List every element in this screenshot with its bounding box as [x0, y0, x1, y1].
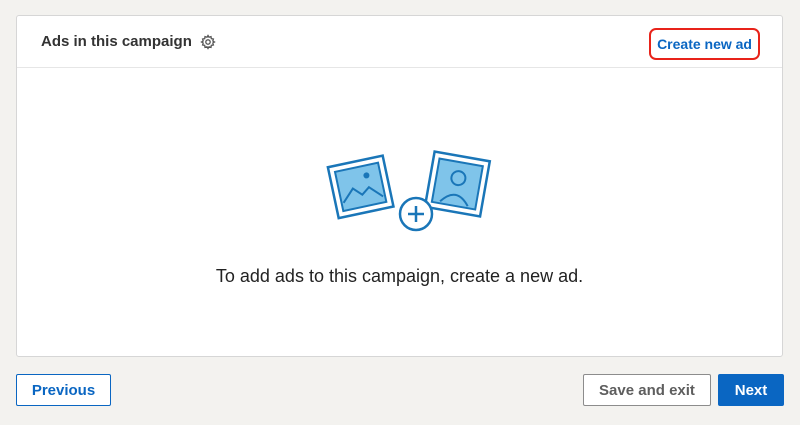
- add-circle-icon: [398, 196, 434, 232]
- card-title: Ads in this campaign: [41, 33, 192, 50]
- image-placeholder-icon: [326, 154, 395, 220]
- empty-state-message: To add ads to this campaign, create a ne…: [215, 266, 584, 286]
- card-header: Ads in this campaign Create new ad: [17, 16, 782, 68]
- gear-icon[interactable]: [200, 33, 216, 50]
- create-new-ad-link[interactable]: Create new ad: [649, 28, 760, 60]
- next-button[interactable]: Next: [718, 374, 784, 406]
- previous-button[interactable]: Previous: [16, 374, 111, 406]
- card-title-wrap: Ads in this campaign: [41, 33, 216, 50]
- ads-campaign-card: Ads in this campaign Create new ad To ad…: [16, 15, 783, 357]
- empty-state-illustration: [325, 146, 495, 241]
- save-and-exit-button[interactable]: Save and exit: [583, 374, 711, 406]
- profile-placeholder-icon: [423, 150, 492, 218]
